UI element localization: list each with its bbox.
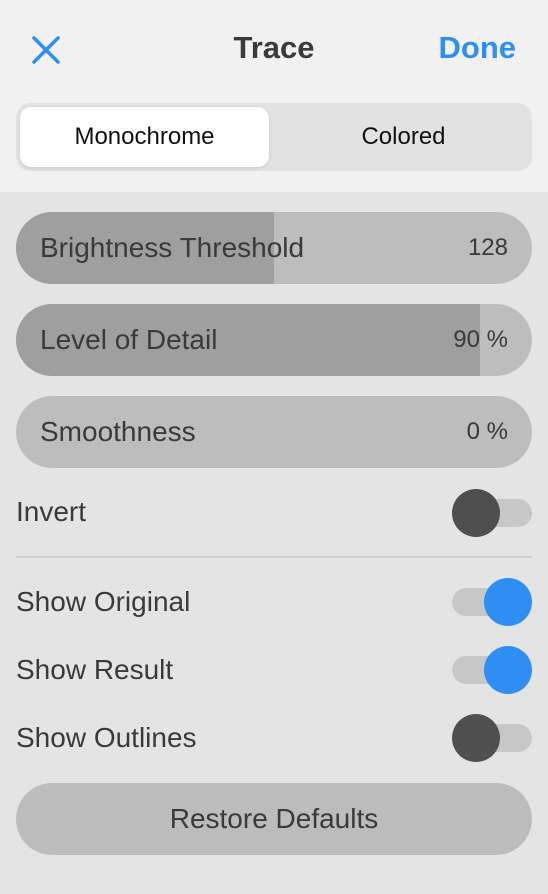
tab-monochrome[interactable]: Monochrome (20, 107, 269, 167)
slider-label: Level of Detail (40, 324, 218, 355)
show-result-label: Show Result (16, 654, 174, 685)
slider-value: 0 % (466, 418, 508, 445)
smoothness-slider[interactable]: Smoothness 0 % (16, 396, 532, 468)
divider (16, 556, 532, 558)
slider-value: 90 % (453, 326, 508, 353)
slider-value: 128 (467, 234, 508, 261)
header: Trace Done Monochrome Colored (0, 0, 548, 192)
show-outlines-label: Show Outlines (16, 722, 197, 753)
trace-panel: Trace Done Monochrome Colored Brightness… (0, 0, 548, 894)
restore-defaults-button[interactable]: Restore Defaults (16, 783, 532, 855)
show-outlines-toggle[interactable] (452, 714, 532, 762)
tab-colored[interactable]: Colored (279, 107, 528, 167)
done-button[interactable]: Done (439, 30, 517, 66)
toggle-knob (452, 714, 500, 762)
slider-label: Smoothness (40, 416, 196, 447)
brightness-threshold-slider[interactable]: Brightness Threshold 128 (16, 212, 532, 284)
show-original-label: Show Original (16, 586, 191, 617)
slider-label: Brightness Threshold (40, 232, 305, 263)
invert-toggle[interactable] (452, 489, 532, 537)
level-of-detail-slider[interactable]: Level of Detail 90 % (16, 304, 532, 376)
toggle-knob (484, 578, 532, 626)
show-result-toggle[interactable] (452, 646, 532, 694)
toggle-knob (452, 489, 500, 537)
invert-label: Invert (16, 496, 87, 527)
toggle-knob (484, 646, 532, 694)
show-original-toggle[interactable] (452, 578, 532, 626)
mode-segmented-control: Monochrome Colored (16, 103, 532, 171)
